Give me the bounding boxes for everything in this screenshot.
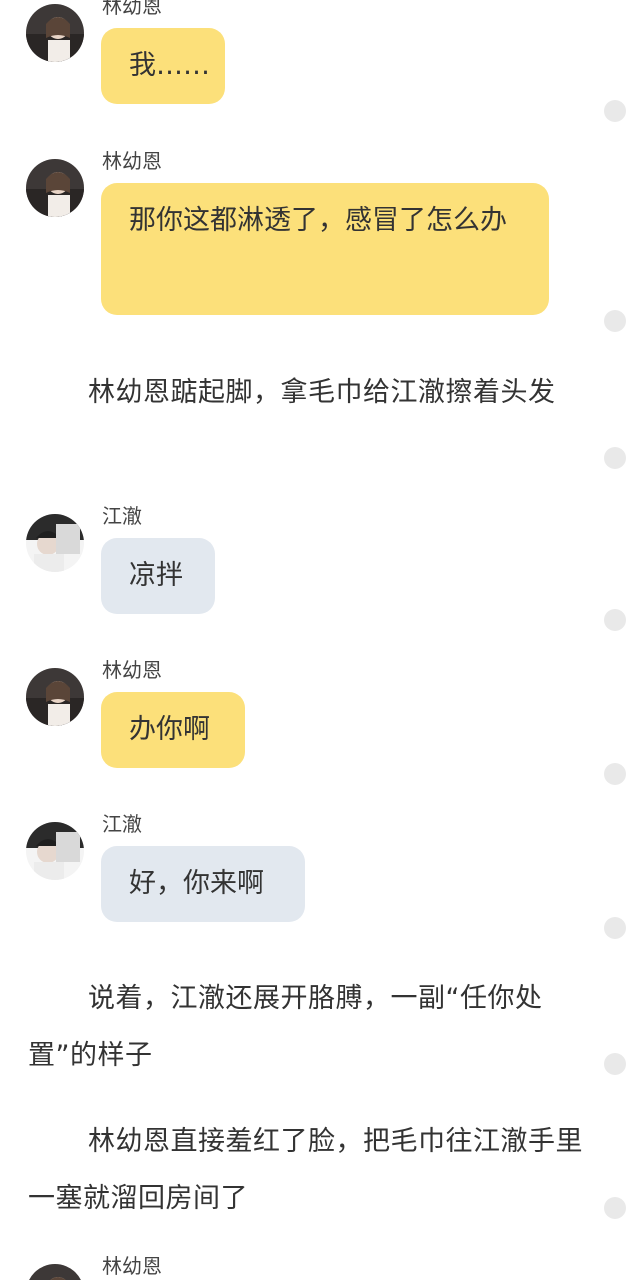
avatar-jiangche[interactable] [26,822,84,880]
narration-paragraph: 林幼恩踮起脚，拿毛巾给江澈擦着头发 [88,377,556,408]
status-dot [604,1197,626,1219]
avatar-linyouen[interactable] [26,1264,84,1280]
sender-name: 林幼恩 [102,149,162,173]
sender-name: 江澈 [102,504,142,528]
sender-name: 林幼恩 [102,658,162,682]
chat-bubble[interactable]: 我…… [101,28,225,104]
chat-bubble[interactable]: 好，你来啊 [101,846,305,922]
avatar-linyouen[interactable] [26,159,84,217]
chat-message: 林幼恩 我…… [0,0,600,114]
avatar-linyouen[interactable] [26,4,84,62]
chat-message: 林幼恩 那你这都淋透了，感冒了怎么办 [0,149,600,329]
chat-bubble[interactable]: 那你这都淋透了，感冒了怎么办 [101,183,549,315]
status-dot [604,100,626,122]
status-dot [604,310,626,332]
status-dot [604,609,626,631]
sender-name: 江澈 [102,812,142,836]
status-dot [604,917,626,939]
status-dot [604,763,626,785]
chat-page: 林幼恩 我…… 林幼恩 那你这都淋透了，感冒了怎么办 林幼恩踮起脚，拿毛巾给江澈… [0,0,640,1280]
chat-message: 江澈 好，你来啊 [0,812,600,932]
chat-message: 江澈 凉拌 [0,504,600,624]
avatar-jiangche[interactable] [26,514,84,572]
chat-message: 林幼恩 办你啊 [0,658,600,778]
sender-name: 林幼恩 [102,0,162,18]
narration-paragraph: 说着，江澈还展开胳膊，一副“任你处置”的样子 [28,983,543,1071]
sender-name: 林幼恩 [102,1254,162,1278]
chat-message: 林幼恩 [0,1254,600,1280]
chat-bubble[interactable]: 凉拌 [101,538,215,614]
avatar-linyouen[interactable] [26,668,84,726]
status-dot [604,447,626,469]
status-dot [604,1053,626,1075]
narration-paragraph: 林幼恩直接羞红了脸，把毛巾往江澈手里一塞就溜回房间了 [28,1126,583,1214]
chat-bubble[interactable]: 办你啊 [101,692,245,768]
